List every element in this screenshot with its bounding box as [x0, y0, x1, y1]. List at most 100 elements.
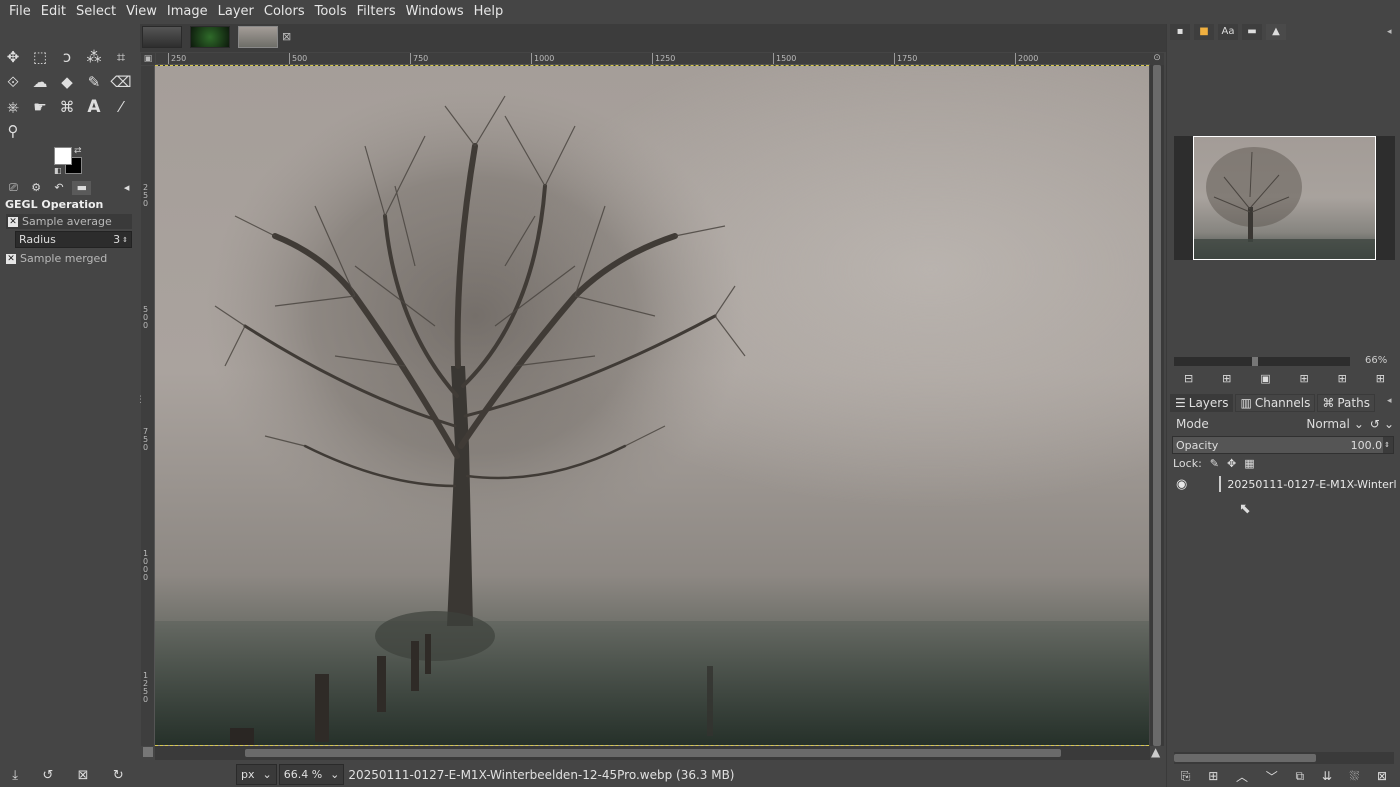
tab-gradients[interactable]: ▬ — [1242, 24, 1262, 40]
layers-horizontal-scrollbar[interactable] — [1174, 752, 1394, 764]
paintbrush-icon[interactable]: ✎ — [83, 71, 105, 93]
opacity-value[interactable]: 100.0 — [1351, 439, 1383, 452]
zoom-lock-icon[interactable]: ⊙ — [1150, 53, 1164, 65]
tab-fonts[interactable]: Aa — [1218, 24, 1238, 40]
tab-device-status[interactable]: ⚙ — [27, 181, 46, 195]
chevron-down-icon[interactable]: ⌄ — [1354, 417, 1364, 431]
image-tab-2[interactable] — [190, 26, 230, 48]
radius-value[interactable]: 3 — [113, 233, 120, 246]
tab-tool-options[interactable]: ⎚ — [4, 181, 23, 195]
fit-image-icon[interactable]: ⊞ — [1300, 372, 1309, 385]
lock-pixels-icon[interactable]: ✎ — [1210, 457, 1219, 470]
tab-brushes[interactable]: ▪ — [1170, 24, 1190, 40]
raise-layer-icon[interactable]: ︿ — [1236, 768, 1248, 785]
zoom-icon[interactable]: ⚲ — [2, 120, 24, 142]
delete-layer-icon[interactable]: ⊠ — [1377, 769, 1387, 783]
bucket-fill-icon[interactable]: ◆ — [56, 71, 78, 93]
menu-colors[interactable]: Colors — [259, 0, 310, 24]
sample-merged-checkbox-row[interactable]: ✕ Sample merged — [6, 252, 107, 265]
lock-alpha-icon[interactable]: ▦ — [1244, 457, 1254, 470]
layer-name[interactable]: 20250111-0127-E-M1X-Winterl — [1227, 478, 1396, 491]
zoom-out-icon[interactable]: ⊟ — [1184, 372, 1193, 385]
smudge-icon[interactable]: ☛ — [29, 96, 51, 118]
duplicate-layer-icon[interactable]: ⧉ — [1296, 769, 1305, 784]
zoom-value[interactable]: 66.4 % — [284, 768, 322, 781]
new-layer-group-icon[interactable]: ⊞ — [1208, 769, 1218, 783]
new-layer-icon[interactable]: ⎘ — [1181, 769, 1191, 784]
close-tab-icon[interactable]: ⊠ — [282, 30, 291, 43]
configure-tab-icon[interactable]: ◂ — [1387, 396, 1392, 406]
fill-window-icon[interactable]: ⊞ — [1338, 372, 1347, 385]
eye-icon[interactable]: ◉ — [1176, 477, 1187, 492]
unified-transform-icon[interactable]: ⟐ — [2, 71, 24, 93]
menu-layer[interactable]: Layer — [213, 0, 259, 24]
vertical-ruler[interactable]: 2 5 0 5 0 0 7 5 0 1 0 0 0 1 2 5 0 — [141, 66, 155, 746]
clone-icon[interactable]: ⎈ — [2, 96, 24, 118]
configure-tab-icon[interactable]: ◂ — [117, 181, 136, 195]
navigate-icon[interactable]: ▲ — [1151, 745, 1160, 759]
tab-undo-history[interactable]: ↶ — [50, 181, 69, 195]
spinner-arrows-icon[interactable]: ⇕ — [122, 236, 128, 244]
navigate-corner-icon[interactable] — [143, 747, 153, 757]
radius-spinner[interactable]: Radius 3 ⇕ — [15, 231, 132, 248]
fuzzy-select-icon[interactable]: ⁂ — [83, 46, 105, 68]
zoom-1-1-icon[interactable]: ▣ — [1260, 372, 1270, 385]
spinner-arrows-icon[interactable]: ⇕ — [1384, 441, 1390, 449]
menu-windows[interactable]: Windows — [401, 0, 469, 24]
vertical-scrollbar[interactable] — [1150, 65, 1164, 746]
unit-select[interactable]: px ⌄ — [236, 764, 277, 785]
reset-options-icon[interactable]: ↻ — [113, 768, 124, 783]
menu-help[interactable]: Help — [469, 0, 509, 24]
image-tab-1[interactable] — [142, 26, 182, 48]
menu-edit[interactable]: Edit — [36, 0, 71, 24]
horizontal-scrollbar[interactable] — [155, 746, 1150, 760]
mask-layer-icon[interactable]: ⛆ — [1350, 769, 1360, 784]
zoom-in-icon[interactable]: ⊞ — [1222, 372, 1231, 385]
restore-options-icon[interactable]: ↺ — [42, 768, 53, 783]
eraser-icon[interactable]: ⌫ — [110, 71, 132, 93]
horizontal-ruler[interactable]: 250 500 750 1000 1250 1500 1750 2000 — [156, 53, 1150, 65]
layer-list-item[interactable]: ◉ 20250111-0127-E-M1X-Winterl — [1172, 474, 1396, 494]
mode-reset-icon[interactable]: ↺ — [1370, 417, 1380, 431]
sample-average-checkbox[interactable]: ✕ — [8, 216, 18, 227]
horizontal-scroll-thumb[interactable] — [245, 749, 1061, 757]
warp-icon[interactable]: ☁ — [29, 71, 51, 93]
save-options-icon[interactable]: ⤓ — [12, 768, 18, 783]
image-tab-3[interactable] — [238, 26, 278, 48]
free-select-icon[interactable]: ↄ — [56, 46, 78, 68]
paths-icon[interactable]: ⌘ — [56, 96, 78, 118]
menu-filters[interactable]: Filters — [352, 0, 401, 24]
tab-images[interactable]: ▬ — [72, 181, 92, 195]
navigation-zoom-slider[interactable] — [1174, 357, 1350, 366]
navigation-preview[interactable] — [1193, 136, 1376, 260]
menu-file[interactable]: File — [4, 0, 36, 24]
layers-scroll-thumb[interactable] — [1174, 754, 1316, 762]
menu-tools[interactable]: Tools — [310, 0, 352, 24]
sample-average-checkbox-row[interactable]: ✕ Sample average — [6, 214, 132, 229]
zoom-slider-knob[interactable] — [1252, 357, 1258, 366]
configure-tab-icon[interactable]: ◂ — [1387, 27, 1392, 37]
sample-merged-checkbox[interactable]: ✕ — [6, 253, 16, 264]
tab-navigation[interactable]: ▲ — [1266, 24, 1286, 40]
delete-options-icon[interactable]: ⊠ — [78, 768, 89, 783]
foreground-color-swatch[interactable] — [54, 147, 72, 165]
menu-view[interactable]: View — [121, 0, 162, 24]
vertical-scroll-thumb[interactable] — [1153, 65, 1161, 746]
tab-patterns[interactable]: ■ — [1194, 24, 1214, 40]
rect-select-icon[interactable]: ⬚ — [29, 46, 51, 68]
opacity-spinner[interactable]: Opacity 100.0 ⇕ — [1172, 436, 1394, 454]
menu-image[interactable]: Image — [162, 0, 213, 24]
tab-channels[interactable]: ▥ Channels — [1235, 394, 1316, 412]
mode-select[interactable]: Normal — [1306, 417, 1349, 431]
swap-colors-icon[interactable]: ⇄ — [74, 146, 82, 156]
move-tool-icon[interactable]: ✥ — [2, 46, 24, 68]
tab-layers[interactable]: ☰ Layers — [1170, 394, 1234, 412]
color-picker-icon[interactable]: ⁄ — [110, 96, 132, 118]
tab-paths[interactable]: ⌘ Paths — [1317, 394, 1375, 412]
chevron-down-icon[interactable]: ⌄ — [1384, 417, 1394, 431]
menu-select[interactable]: Select — [71, 0, 121, 24]
quick-mask-toggle[interactable]: ▣ — [141, 53, 155, 65]
zoom-select[interactable]: 66.4 % ⌄ — [278, 764, 345, 785]
shrink-wrap-icon[interactable]: ⊞ — [1376, 372, 1385, 385]
merge-layer-icon[interactable]: ⇊ — [1322, 769, 1332, 783]
